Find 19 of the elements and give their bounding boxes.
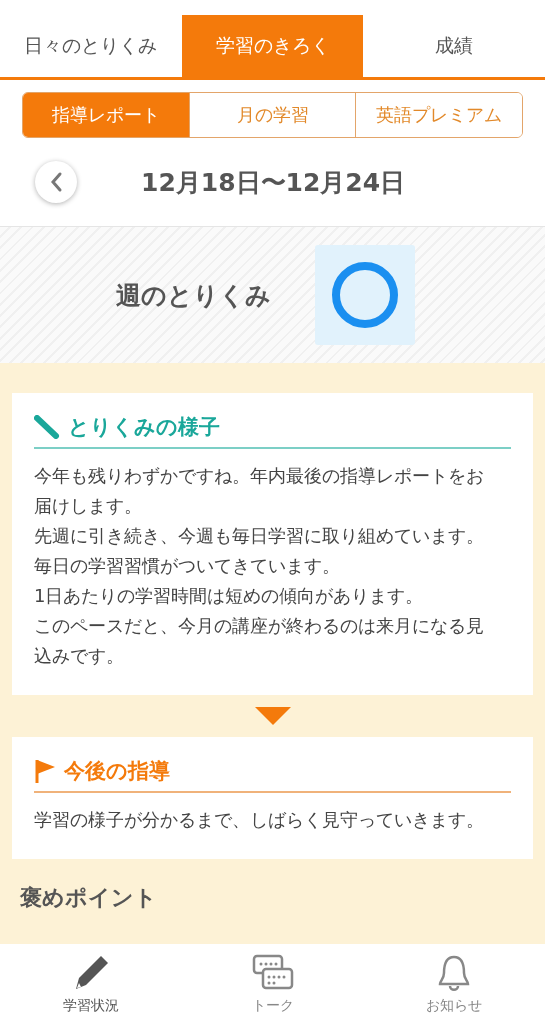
weekly-label: 週のとりくみ [116, 279, 271, 312]
chevron-left-icon [49, 171, 63, 193]
report-text: 先週に引き続き、今週も毎日学習に取り組めています。毎日の学習習慣がついてきています。 [34, 524, 485, 578]
report-text: 学習の様子が分かるまで、しばらく見守っていきます。 [34, 808, 485, 832]
circle-mark-icon [331, 261, 399, 329]
report-text: 1日あたりの学習時間は短めの傾向があります。 [34, 584, 425, 608]
week-range: 12月18日〜12月24日 [141, 166, 406, 199]
section-heading: 褒めポイント [19, 884, 158, 912]
card-title: 今後の指導 [64, 758, 170, 785]
segment-tab[interactable]: 英語プレミアム [355, 93, 522, 137]
flag-icon [34, 758, 56, 784]
card-title: とりくみの様子 [68, 414, 220, 441]
marker-icon [34, 415, 60, 439]
tab[interactable]: 学習のきろく [181, 15, 364, 77]
report-text: このペースだと、今月の講座が終わるのは来月になる見込みです。 [34, 614, 485, 668]
back-button[interactable] [35, 161, 77, 203]
segment-tab[interactable]: 指導レポート [23, 93, 189, 137]
down-arrow-icon [254, 707, 291, 725]
report-text: 今年も残りわずかですね。年内最後の指導レポートをお届けします。 [34, 464, 485, 518]
